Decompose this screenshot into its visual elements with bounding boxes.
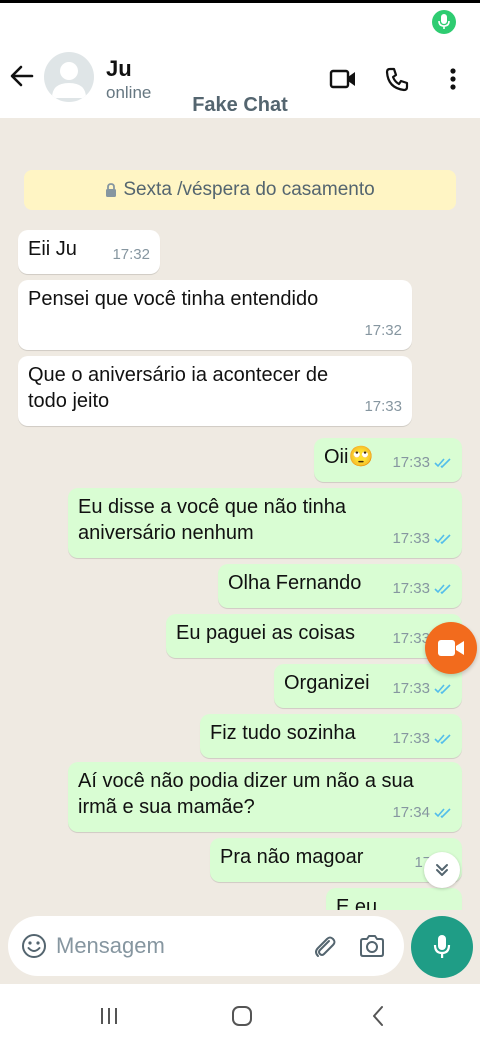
message-bubble[interactable]: E eu (326, 888, 462, 910)
message-bubble[interactable]: Olha Fernando 17:33 (218, 564, 462, 608)
message-bubble[interactable]: Fiz tudo sozinha 17:33 (200, 714, 462, 758)
date-chip: Sexta /véspera do casamento (24, 170, 456, 210)
message-text: Eu disse a você que não tinha aniversári… (78, 496, 352, 544)
back-arrow-icon[interactable] (8, 62, 36, 90)
video-record-fab[interactable] (425, 622, 477, 674)
message-input[interactable] (56, 930, 296, 962)
recents-icon[interactable] (95, 1002, 123, 1030)
message-text: E eu (336, 896, 378, 910)
message-time: 17:33 (392, 454, 430, 471)
paperclip-icon[interactable] (310, 932, 338, 960)
chevron-double-down-icon (436, 864, 448, 876)
chat-area[interactable]: Sexta /véspera do casamento Eii Ju 17:32… (0, 118, 480, 910)
message-text: Que o aniversário ia acontecer de todo j… (28, 364, 334, 412)
read-receipt-icon (434, 533, 452, 545)
mic-in-use-icon (432, 10, 456, 34)
contact-name[interactable]: Ju (106, 56, 132, 82)
system-nav-bar (0, 984, 480, 1046)
message-bubble[interactable]: Pensei que você tinha entendido 17:32 (18, 280, 412, 350)
phone-icon[interactable] (382, 64, 412, 94)
home-icon[interactable] (228, 1002, 256, 1030)
emoji-icon[interactable] (20, 932, 48, 960)
message-time: 17:33 (364, 398, 402, 415)
message-time: 17:34 (392, 804, 430, 821)
status-bar (0, 0, 480, 40)
read-receipt-icon (434, 683, 452, 695)
message-time: 17:32 (364, 322, 402, 339)
back-nav-icon[interactable] (364, 1002, 392, 1030)
date-chip-label: Sexta /véspera do casamento (123, 179, 375, 200)
message-time: 17:33 (392, 680, 430, 697)
mic-icon (433, 935, 451, 958)
read-receipt-icon (434, 583, 452, 595)
voice-message-button[interactable] (411, 916, 473, 978)
lock-icon (105, 183, 117, 197)
message-composer (8, 916, 404, 976)
chat-header: Ju online Fake Chat (0, 40, 480, 118)
message-time: 17:33 (392, 730, 430, 747)
message-bubble[interactable]: Eu paguei as coisas 17:33 (166, 614, 462, 658)
scroll-to-bottom-button[interactable] (424, 852, 460, 888)
message-bubble[interactable]: Que o aniversário ia acontecer de todo j… (18, 356, 412, 426)
read-receipt-icon (434, 733, 452, 745)
message-bubble[interactable]: Eu disse a você que não tinha aniversári… (68, 488, 462, 558)
message-text: Pensei que você tinha entendido (28, 288, 319, 310)
read-receipt-icon (434, 457, 452, 469)
message-bubble[interactable]: Oii🙄 17:33 (314, 438, 462, 482)
message-bubble[interactable]: Organizei 17:33 (274, 664, 462, 708)
message-bubble[interactable]: Eii Ju 17:32 (18, 230, 160, 274)
message-bubble[interactable]: Aí você não podia dizer um não a sua irm… (68, 762, 462, 832)
camera-icon[interactable] (358, 932, 386, 960)
message-time: 17:33 (392, 530, 430, 547)
app-watermark: Fake Chat (192, 94, 288, 116)
more-vert-icon[interactable] (438, 64, 468, 94)
message-time: 17:33 (392, 580, 430, 597)
video-call-icon[interactable] (328, 64, 358, 94)
message-time: 17:32 (112, 246, 150, 263)
read-receipt-icon (434, 807, 452, 819)
